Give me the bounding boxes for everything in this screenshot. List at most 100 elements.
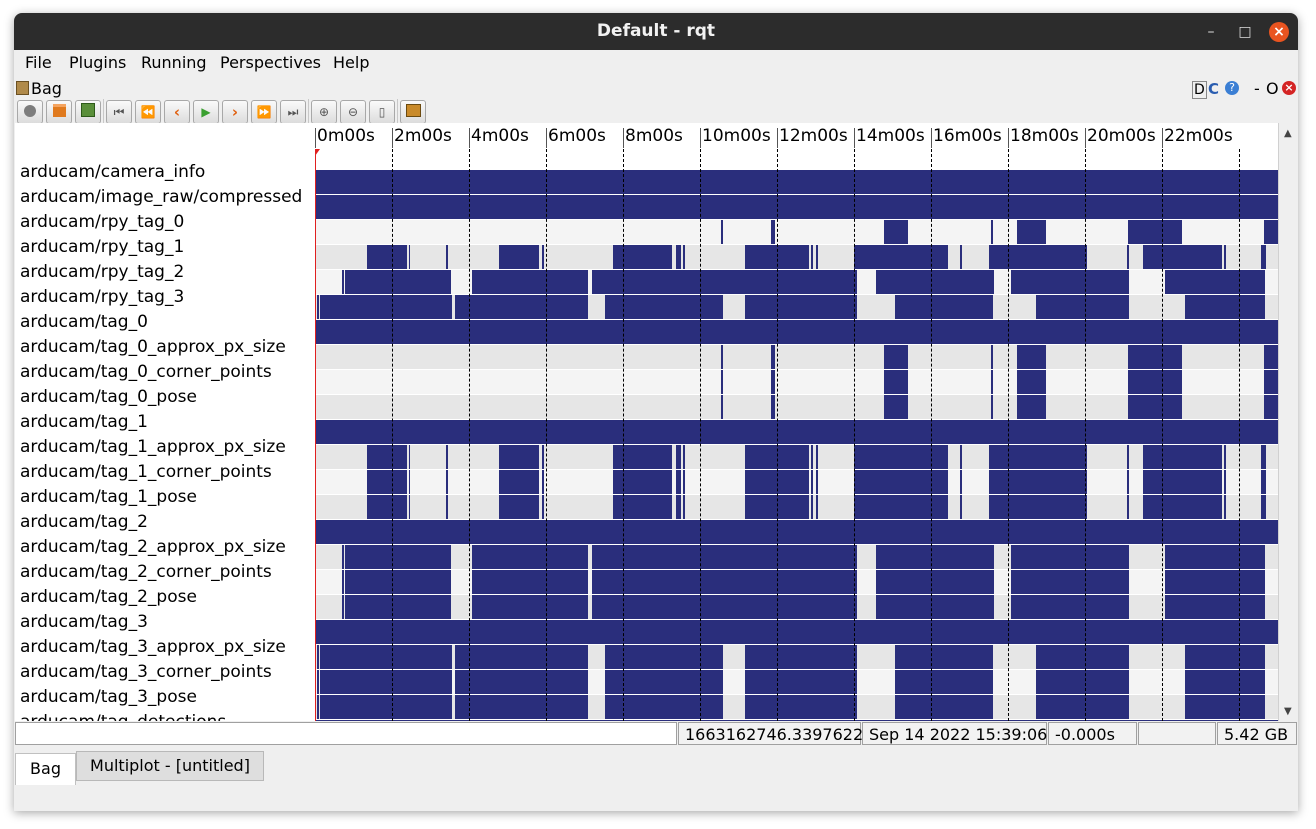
topic-timeline-row[interactable] [315, 495, 1278, 519]
message-bar [960, 245, 962, 269]
topic-label[interactable]: arducam/tag_1 [20, 412, 148, 432]
minimize-button[interactable]: – [1201, 22, 1221, 42]
topic-label[interactable]: arducam/rpy_tag_2 [20, 262, 184, 282]
topic-label[interactable]: arducam/tag_2_corner_points [20, 562, 272, 582]
open-button[interactable] [46, 100, 72, 124]
topic-label[interactable]: arducam/tag_3_corner_points [20, 662, 272, 682]
skip-to-end-button[interactable]: ⏭ [280, 100, 306, 124]
topic-label[interactable]: arducam/rpy_tag_1 [20, 237, 184, 257]
topic-label[interactable]: arducam/tag_0_corner_points [20, 362, 272, 382]
topic-timeline-row[interactable] [315, 470, 1278, 494]
topic-timeline-row[interactable] [315, 595, 1278, 619]
float-plugin-button[interactable]: O [1266, 79, 1279, 98]
topic-timeline-row[interactable] [315, 645, 1278, 669]
topic-timeline-row[interactable] [315, 520, 1278, 544]
tab-bag[interactable]: Bag [15, 753, 76, 785]
topic-timeline-row[interactable] [315, 245, 1278, 269]
topic-timeline-row[interactable] [315, 220, 1278, 244]
message-bar [745, 695, 857, 719]
topic-timeline-row[interactable] [315, 170, 1278, 194]
menu-help[interactable]: Help [333, 53, 369, 72]
dock-button[interactable]: D [1192, 81, 1207, 99]
topic-label[interactable]: arducam/rpy_tag_3 [20, 287, 184, 307]
fast-forward-button[interactable]: ⏩ [251, 100, 277, 124]
topic-timeline-row[interactable] [315, 395, 1278, 419]
menu-plugins[interactable]: Plugins [69, 53, 126, 72]
topic-timeline-row[interactable] [315, 320, 1278, 344]
topic-filter-input[interactable] [15, 722, 677, 745]
tab-multiplot[interactable]: Multiplot - [untitled] [76, 751, 264, 781]
topic-timeline-row[interactable] [315, 720, 1278, 721]
message-bar [1185, 295, 1265, 319]
topic-label[interactable]: arducam/tag_2_approx_px_size [20, 537, 286, 557]
message-bar [895, 645, 993, 669]
record-button[interactable] [17, 100, 43, 124]
message-bar [721, 370, 723, 394]
timeline[interactable]: 0m00s 2m00s 4m00s 6m00s 8m00s 10m00s 12m00s 14m… [315, 123, 1278, 721]
message-bar [771, 395, 775, 419]
vertical-scrollbar[interactable]: ▲ ▼ [1278, 123, 1298, 721]
zoom-out-button[interactable]: ⊖ [340, 100, 366, 124]
message-bar [876, 595, 994, 619]
topic-timeline-row[interactable] [315, 420, 1278, 444]
topic-timeline-row[interactable] [315, 695, 1278, 719]
topic-timeline-row[interactable] [315, 620, 1278, 644]
topic-label[interactable]: arducam/image_raw/compressed [20, 187, 302, 207]
maximize-button[interactable]: □ [1235, 22, 1255, 42]
topic-label[interactable]: arducam/tag_0 [20, 312, 148, 332]
topic-timeline-row[interactable] [315, 295, 1278, 319]
topic-label[interactable]: arducam/tag_2_pose [20, 587, 197, 607]
step-forward-button[interactable]: › [222, 100, 248, 124]
rewind-icon: ⏪ [140, 105, 156, 119]
topic-label[interactable]: arducam/tag_3_approx_px_size [20, 637, 286, 657]
rewind-button[interactable]: ⏪ [135, 100, 161, 124]
tick-label: 22m00s [1164, 126, 1233, 146]
message-bar [1165, 270, 1265, 294]
topic-label[interactable]: arducam/tag_1_corner_points [20, 462, 272, 482]
topic-label[interactable]: arducam/tag_2 [20, 512, 148, 532]
zoom-in-button[interactable]: ⊕ [311, 100, 337, 124]
menu-file[interactable]: File [25, 53, 52, 72]
topic-label[interactable]: arducam/tag_0_approx_px_size [20, 337, 286, 357]
save-button[interactable] [75, 100, 101, 124]
topic-label[interactable]: arducam/tag_3_pose [20, 687, 197, 707]
topic-label[interactable]: arducam/tag_0_pose [20, 387, 197, 407]
message-bar [1017, 395, 1046, 419]
scroll-up-icon[interactable]: ▲ [1284, 128, 1292, 139]
reload-button[interactable]: C [1208, 80, 1219, 98]
menu-running[interactable]: Running [141, 53, 207, 72]
topic-timeline-row[interactable] [315, 270, 1278, 294]
topic-label[interactable]: arducam/rpy_tag_0 [20, 212, 184, 232]
tick-label: 16m00s [933, 126, 1002, 146]
rqt-window: Default - rqt – □ × File Plugins Running… [14, 13, 1298, 811]
thumbnail-button[interactable] [400, 100, 426, 124]
topic-timeline-row[interactable] [315, 445, 1278, 469]
topic-label[interactable]: arducam/camera_info [20, 162, 205, 182]
message-bar [1261, 445, 1266, 469]
topic-label[interactable]: arducam/tag_3 [20, 612, 148, 632]
close-button[interactable]: × [1269, 22, 1289, 42]
tick-label: 12m00s [779, 126, 848, 146]
topic-label[interactable]: arducam/tag_1_approx_px_size [20, 437, 286, 457]
minimize-plugin-button[interactable]: - [1254, 79, 1260, 98]
play-button[interactable]: ▶ [193, 100, 219, 124]
message-bar [1224, 495, 1226, 519]
skip-to-start-button[interactable]: ⏮ [106, 100, 132, 124]
topic-timeline-row[interactable] [315, 670, 1278, 694]
topic-timeline-row[interactable] [315, 545, 1278, 569]
step-back-button[interactable]: ‹ [164, 100, 190, 124]
topic-timeline-row[interactable] [315, 345, 1278, 369]
scroll-down-icon[interactable]: ▼ [1284, 706, 1292, 717]
topic-label[interactable]: arducam/tag_1_pose [20, 487, 197, 507]
topic-label[interactable]: arducam/tag_detections [20, 712, 226, 721]
topic-timeline-row[interactable] [315, 195, 1278, 219]
toolbar-separator [103, 99, 104, 123]
menu-perspectives[interactable]: Perspectives [220, 53, 321, 72]
close-plugin-icon[interactable]: × [1282, 81, 1296, 95]
help-button[interactable]: ? [1225, 81, 1239, 95]
message-bar [317, 695, 319, 719]
topic-timeline-row[interactable] [315, 370, 1278, 394]
message-bar [683, 470, 685, 494]
zoom-reset-button[interactable]: ▯ [369, 100, 395, 124]
topic-timeline-row[interactable] [315, 570, 1278, 594]
